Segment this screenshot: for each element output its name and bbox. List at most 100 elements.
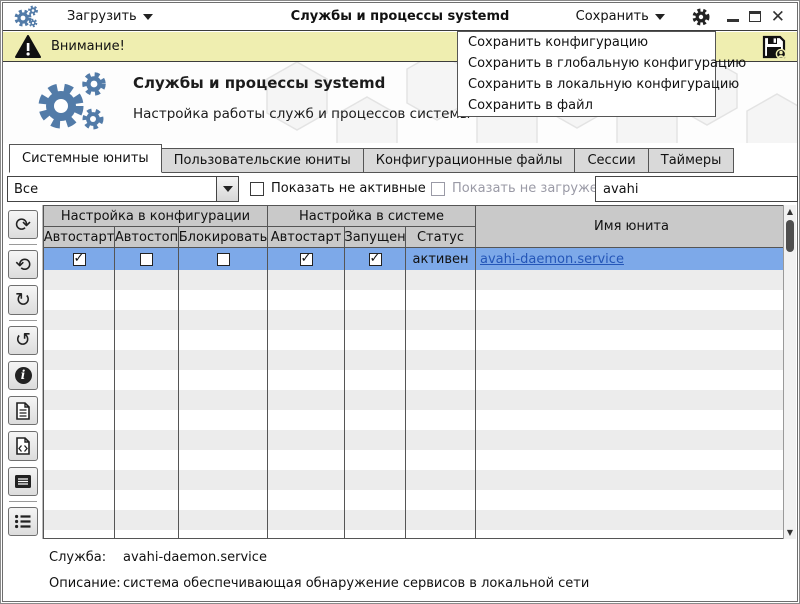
table-row	[44, 330, 787, 350]
service-label: Служба:	[49, 550, 123, 565]
tab-sessions[interactable]: Сессии	[574, 148, 648, 173]
table-row	[44, 270, 787, 290]
table-row	[44, 390, 787, 410]
tab-system-units[interactable]: Системные юниты	[9, 144, 162, 173]
chevron-down-icon	[223, 186, 233, 192]
table-header: Настройка в конфигурации Настройка в сис…	[44, 206, 787, 248]
column-header-unit-name[interactable]: Имя юнита	[476, 206, 787, 248]
left-toolbar: ⟳ ⟲ ↻ ↺ i	[4, 205, 43, 539]
unit-filter-value: Все	[8, 182, 216, 197]
show-unloaded-checkbox[interactable]	[431, 182, 445, 196]
table-row	[44, 430, 787, 450]
scroll-down-icon[interactable]: ▼	[784, 526, 796, 539]
edit-config-button[interactable]	[8, 431, 38, 460]
page-subtitle: Настройка работы служб и процессов систе…	[133, 106, 470, 122]
save-dropdown-menu: Сохранить конфигурацию Сохранить в глоба…	[457, 31, 716, 117]
tab-user-units[interactable]: Пользовательские юниты	[161, 148, 364, 173]
table-row	[44, 470, 787, 490]
history-restore-button[interactable]: ⟲	[8, 250, 38, 279]
dropdown-arrow-button[interactable]	[216, 177, 238, 201]
app-gears-icon	[13, 5, 39, 29]
filter-row: Все Показать не активные Показать не заг…	[3, 173, 797, 205]
bullet-list-icon	[14, 514, 32, 529]
tab-timers[interactable]: Таймеры	[648, 148, 735, 173]
gears-logo	[31, 70, 126, 136]
scroll-up-icon[interactable]: ▲	[784, 205, 796, 218]
column-group-config[interactable]: Настройка в конфигурации	[44, 206, 268, 227]
close-button[interactable]: ✕	[771, 10, 785, 24]
vertical-scrollbar[interactable]: ▲ ▼	[783, 205, 796, 539]
column-group-system[interactable]: Настройка в системе	[268, 206, 476, 227]
show-inactive-label: Показать не активные	[271, 181, 426, 196]
column-header-running[interactable]: Запущен	[345, 227, 406, 248]
empty-rows	[44, 270, 787, 539]
description-label: Описание:	[49, 576, 123, 591]
column-header-autostop[interactable]: Автостоп	[115, 227, 179, 248]
units-table: Настройка в конфигурации Настройка в сис…	[43, 205, 788, 539]
code-document-icon	[15, 437, 31, 455]
floppy-save-icon[interactable]	[761, 34, 787, 60]
warning-triangle-icon	[15, 35, 41, 59]
main-area: ⟳ ⟲ ↻ ↺ i	[3, 205, 797, 539]
system-running-checkbox[interactable]	[369, 253, 382, 266]
journal-icon	[14, 474, 32, 489]
description-value: система обеспечивающая обнаружение серви…	[123, 576, 589, 591]
tab-bar: Системные юниты Пользовательские юниты К…	[9, 144, 797, 173]
refresh-button[interactable]: ⟳	[8, 210, 38, 239]
table-row	[44, 370, 787, 390]
menu-item-save-config[interactable]: Сохранить конфигурацию	[458, 32, 715, 53]
table-row	[44, 310, 787, 330]
maximize-button[interactable]	[749, 11, 761, 22]
stop-undo-button[interactable]: ↺	[8, 326, 38, 355]
restart-button[interactable]: ↻	[8, 285, 38, 314]
details-panel: Служба: avahi-daemon.service Описание: с…	[3, 539, 797, 601]
menu-item-save-to-file[interactable]: Сохранить в файл	[458, 95, 715, 116]
save-menu-label: Сохранить	[576, 9, 649, 24]
scrollbar-thumb[interactable]	[786, 220, 794, 252]
page-title: Службы и процессы systemd	[133, 74, 470, 92]
chevron-down-icon	[655, 14, 665, 20]
column-header-autostart-system[interactable]: Автостарт	[268, 227, 345, 248]
table-row	[44, 410, 787, 430]
column-header-block[interactable]: Блокировать	[179, 227, 268, 248]
minimize-button[interactable]	[727, 19, 739, 22]
table-row	[44, 530, 787, 539]
table-row	[44, 490, 787, 510]
dependencies-button[interactable]	[8, 507, 38, 536]
toolbar-separator	[9, 501, 37, 502]
search-input[interactable]	[595, 176, 798, 202]
config-autostop-checkbox[interactable]	[140, 253, 153, 266]
column-header-status[interactable]: Статус	[406, 227, 476, 248]
table-row	[44, 350, 787, 370]
show-inactive-checkbox[interactable]	[250, 182, 264, 196]
toolbar-separator	[9, 320, 37, 321]
unit-filter-dropdown[interactable]: Все	[7, 176, 239, 202]
warning-text: Внимание!	[51, 39, 125, 54]
system-autostart-checkbox[interactable]	[300, 253, 313, 266]
titlebar: Загрузить Службы и процессы systemd Сохр…	[3, 3, 797, 31]
config-autostart-checkbox[interactable]	[73, 253, 86, 266]
refresh-icon: ⟳	[15, 214, 31, 236]
info-button[interactable]: i	[8, 361, 38, 390]
table-row-selected[interactable]: активен avahi-daemon.service	[44, 248, 787, 270]
redo-icon: ↻	[15, 289, 31, 311]
settings-gear-icon[interactable]	[689, 5, 713, 29]
save-menu-button[interactable]: Сохранить	[570, 6, 671, 27]
menu-item-save-local-config[interactable]: Сохранить в локальную конфигурацию	[458, 74, 715, 95]
load-menu-label: Загрузить	[67, 9, 137, 24]
unit-name-link[interactable]: avahi-daemon.service	[480, 252, 624, 267]
open-unit-file-button[interactable]	[8, 396, 38, 425]
menu-item-save-global-config[interactable]: Сохранить в глобальную конфигурацию	[458, 53, 715, 74]
load-menu-button[interactable]: Загрузить	[61, 6, 159, 27]
table-row	[44, 450, 787, 470]
document-icon	[15, 402, 31, 420]
journal-button[interactable]	[8, 467, 38, 496]
table-row	[44, 290, 787, 310]
history-restore-icon: ⟲	[15, 254, 31, 276]
tab-config-files[interactable]: Конфигурационные файлы	[363, 148, 576, 173]
status-cell: активен	[406, 248, 476, 270]
column-header-autostart-config[interactable]: Автостарт	[44, 227, 115, 248]
table-row	[44, 510, 787, 530]
app-window: Загрузить Службы и процессы systemd Сохр…	[0, 0, 800, 604]
config-block-checkbox[interactable]	[217, 253, 230, 266]
